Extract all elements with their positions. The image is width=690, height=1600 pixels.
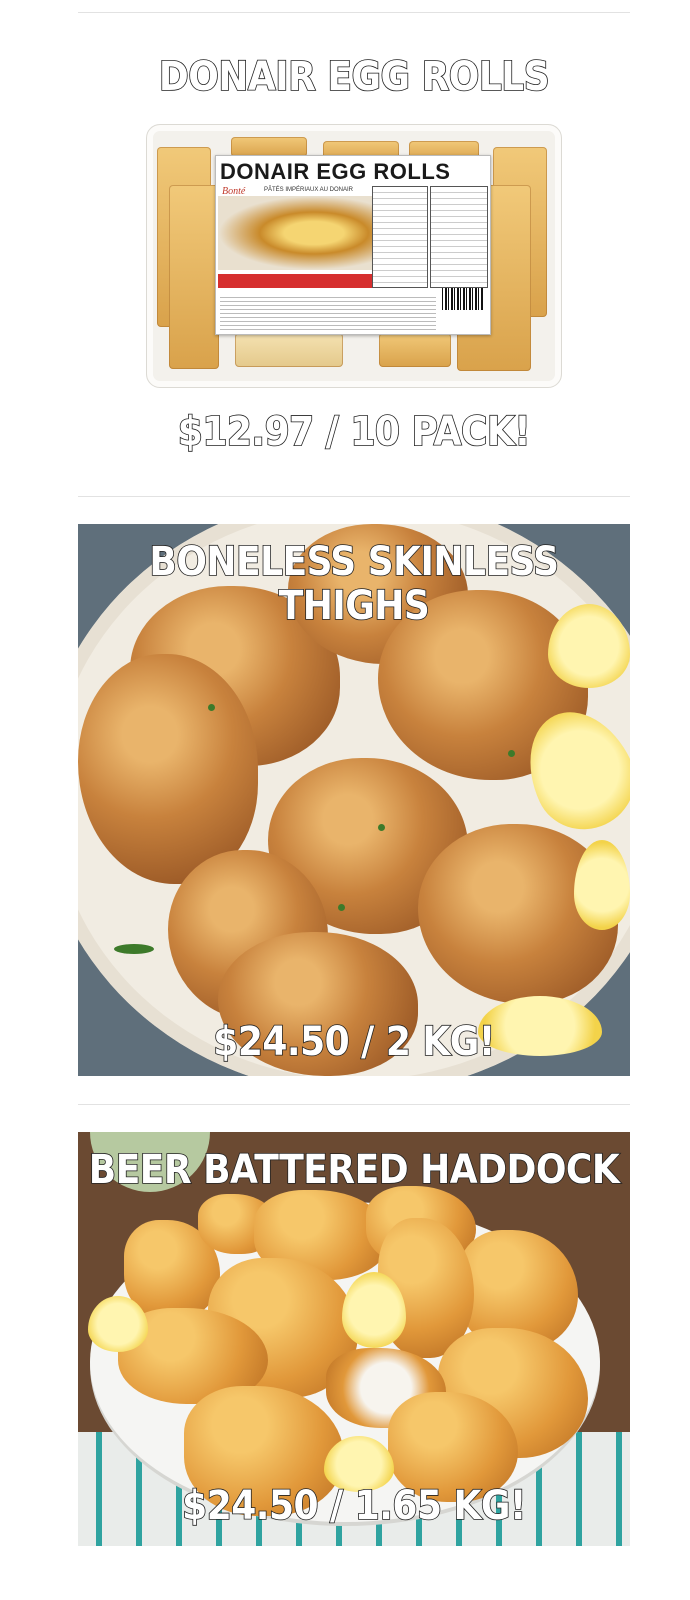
package-label-title: DONAIR EGG ROLLS [220,159,451,184]
divider [78,496,630,497]
egg-roll [379,333,451,367]
product-title: BONELESS SKINLESS THIGHS [149,539,560,629]
product-image-beer-battered-haddock[interactable]: BEER BATTERED HADDOCK $24.50 / 1.65 KG! [78,1132,630,1546]
divider-top [78,12,630,13]
parsley [508,750,515,757]
product-price: $12.97 / 10 PACK! [177,409,532,455]
parsley [378,824,385,831]
ingredients-text [220,294,436,330]
egg-roll [231,137,307,157]
parsley [114,944,154,954]
package-label: DONAIR EGG ROLLS Bonté PÂTÉS IMPÉRIAUX A… [215,155,491,335]
divider [78,1104,630,1105]
egg-roll [169,185,219,369]
nutrition-facts-table-fr [430,186,488,288]
package-subtitle: PÂTÉS IMPÉRIAUX AU DONAIR [264,187,354,193]
product-image-chicken-thighs[interactable]: BONELESS SKINLESS THIGHS $24.50 / 2 KG! [78,524,630,1076]
barcode [442,288,484,310]
package-red-band [218,274,378,288]
egg-roll [235,333,343,367]
product-image-donair-egg-rolls[interactable]: DONAIR EGG ROLLS Bonté PÂTÉS IMPÉRIAUX A… [146,124,562,388]
parsley [338,904,345,911]
product-title: DONAIR EGG ROLLS [158,54,550,100]
product-price: $24.50 / 2 KG! [212,1019,496,1065]
product-price: $24.50 / 1.65 KG! [181,1483,527,1529]
parsley [208,704,215,711]
product-title: BEER BATTERED HADDOCK [88,1147,621,1193]
nutrition-facts-table [372,186,428,288]
package-photo [218,196,378,270]
